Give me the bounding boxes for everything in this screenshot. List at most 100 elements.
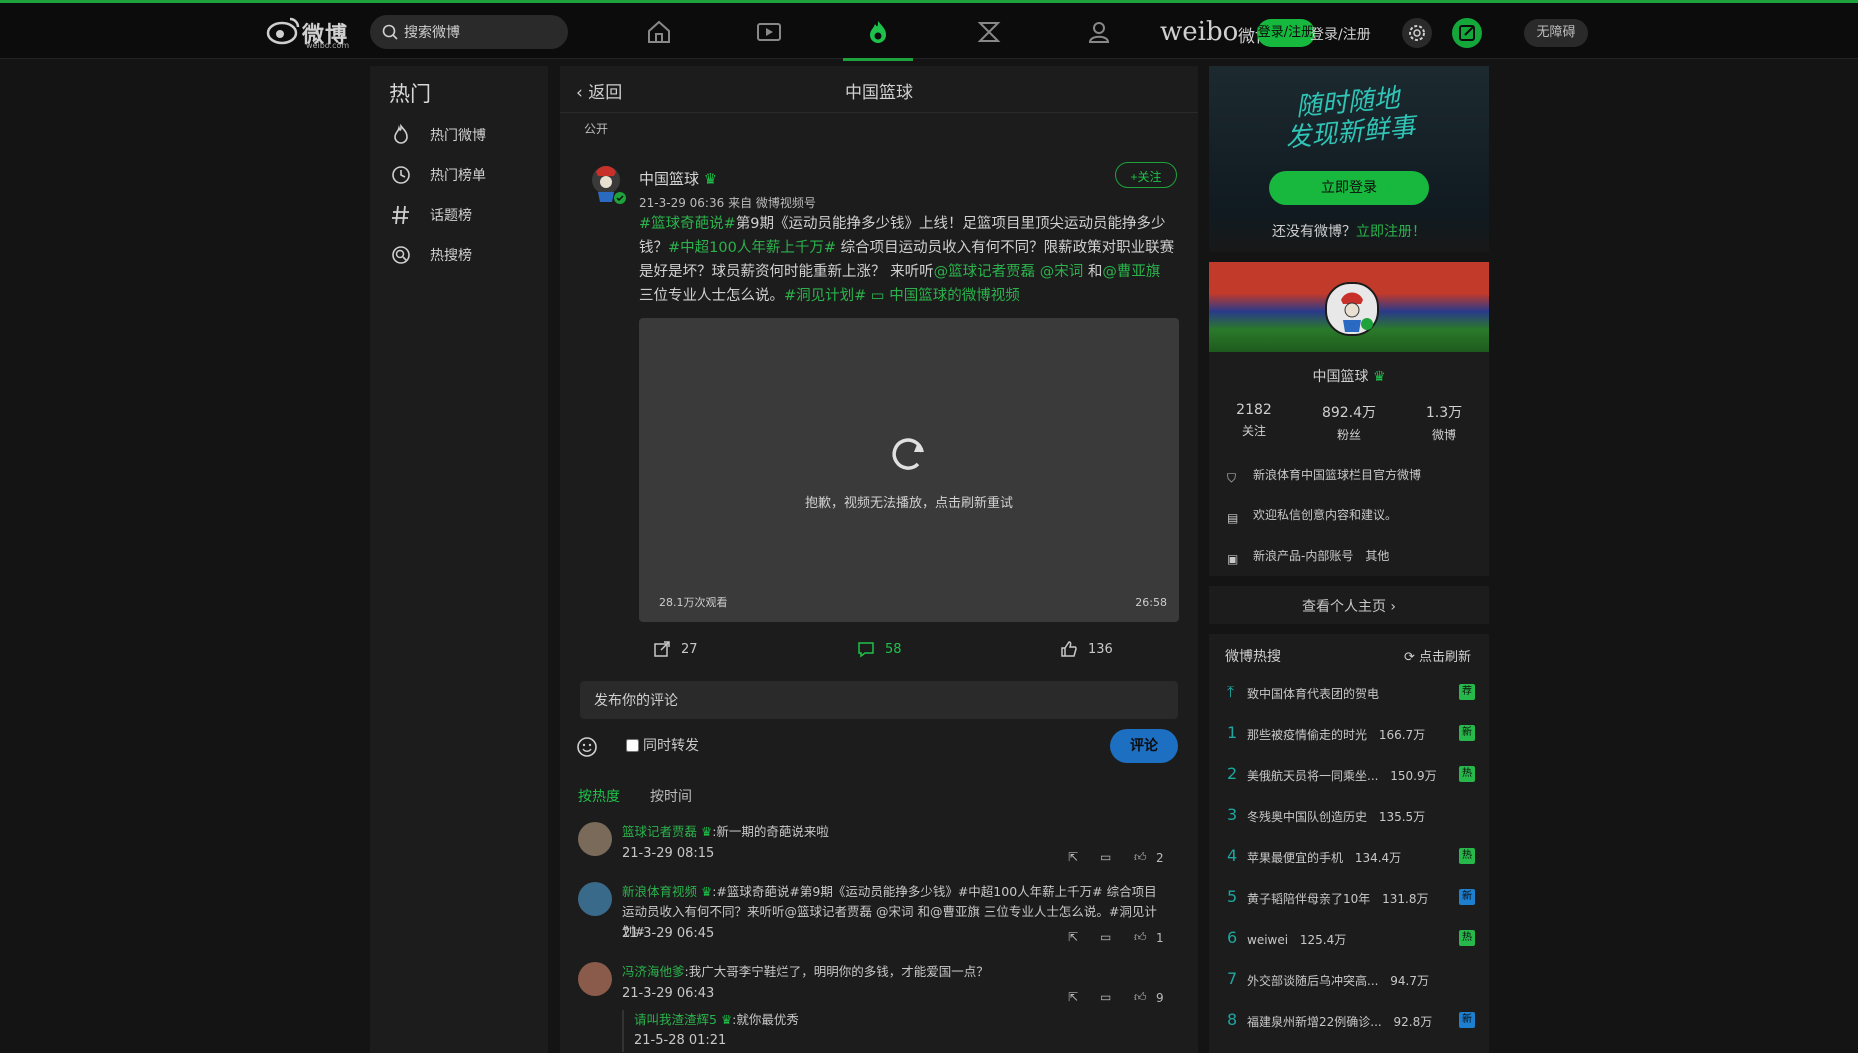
hot-search-heat: 94.7万	[1386, 974, 1429, 988]
profile-info-row: ▤ 欢迎私信创意内容和建议。	[1227, 506, 1397, 525]
view-profile-card[interactable]: 查看个人主页 ›	[1209, 586, 1489, 624]
comment-input[interactable]	[592, 681, 1156, 721]
forward-checkbox-label[interactable]: 同时转发	[626, 735, 699, 755]
hot-search-title-text: weiwei	[1247, 933, 1289, 947]
post-link[interactable]: ▭ 中国篮球的微博视频	[871, 288, 1020, 304]
post-link[interactable]: #中超100人年薪上千万#	[668, 240, 836, 256]
hot-search-item[interactable]: 1 那些被疫情偷走的时光 166.7万 新	[1225, 723, 1475, 745]
weibo-logo[interactable]: 微博 weibo.com	[266, 15, 356, 50]
profile-info-row: ▣ 新浪产品-内部账号 其他	[1227, 547, 1389, 566]
comment-box[interactable]	[580, 681, 1178, 721]
hot-search-item[interactable]: 7 外交部谈随后乌冲突高... 94.7万	[1225, 969, 1475, 991]
commenter-name[interactable]: 冯济海他爹	[622, 964, 685, 979]
hot-search-item[interactable]: 5 黄子韬陪伴母亲了10年 131.8万 新	[1225, 887, 1475, 909]
post-link[interactable]: @宋词	[1040, 264, 1084, 280]
profile-avatar[interactable]	[1325, 282, 1379, 336]
video-icon[interactable]	[755, 18, 783, 46]
hot-search-rank: 3	[1227, 805, 1238, 824]
hot-search-item[interactable]: 3 冬残奥中国队创造历史 135.5万	[1225, 805, 1475, 827]
verified-badge-icon: ♛	[701, 824, 713, 839]
emoji-icon[interactable]	[576, 736, 598, 758]
message-icon[interactable]	[975, 18, 1003, 46]
reply-icon[interactable]: ▭	[1100, 850, 1111, 864]
comment-body: :新一期的奇葩说来啦	[712, 824, 829, 839]
login-register-link[interactable]: 登录/注册	[1310, 24, 1371, 44]
follow-button[interactable]: +关注	[1115, 162, 1177, 188]
search-box[interactable]	[370, 15, 568, 51]
view-profile-link[interactable]: 查看个人主页 ›	[1209, 596, 1489, 616]
thumbs-up-icon[interactable]: 👍︎	[1134, 850, 1147, 865]
post-link[interactable]: @篮球记者贾磊	[934, 264, 1036, 280]
share-icon[interactable]: ⇱	[1068, 930, 1078, 944]
commenter-name[interactable]: 新浪体育视频	[622, 884, 697, 899]
hot-search-item[interactable]: 6 weiwei 125.4万 热	[1225, 928, 1475, 950]
stat-posts[interactable]: 1.3万 微博	[1399, 402, 1489, 443]
sort-by-hot-tab[interactable]: 按热度	[578, 786, 620, 806]
login-now-button[interactable]: 立即登录	[1269, 171, 1429, 205]
share-icon[interactable]: ⇱	[1068, 990, 1078, 1004]
submit-comment-button[interactable]: 评论	[1110, 729, 1178, 763]
author-avatar[interactable]	[588, 162, 628, 206]
top-navigation-bar: 微博 weibo.com weibo 微博 登录/注册 登录/注册	[0, 3, 1858, 61]
post-text: #篮球奇葩说#第9期《运动员能挣多少钱》上线！足篮项目里顶尖运动员能挣多少钱？#…	[639, 212, 1179, 308]
user-icon[interactable]	[1085, 18, 1113, 46]
profile-name[interactable]: 中国篮球 ♛	[1209, 366, 1489, 386]
commenter-avatar[interactable]	[578, 882, 612, 916]
hot-search-item[interactable]: ⤒ 致中国体育代表团的贺电 荐	[1225, 682, 1475, 704]
hot-search-item[interactable]: 8 福建泉州新增22例确诊... 92.8万 新	[1225, 1010, 1475, 1032]
comment-button[interactable]: 58	[857, 640, 902, 662]
sidebar-item-hot-list[interactable]: 热门榜单	[390, 160, 540, 188]
sidebar-item-topics[interactable]: 话题榜	[390, 200, 540, 228]
hot-search-badge: 新	[1459, 1012, 1475, 1028]
author-name[interactable]: 中国篮球 ♛	[639, 168, 717, 189]
compose-button[interactable]	[1452, 18, 1482, 48]
post-link[interactable]: #洞见计划#	[784, 288, 866, 304]
repost-button[interactable]: 27	[653, 640, 698, 662]
compose-icon	[1459, 25, 1475, 41]
thumbs-up-icon	[1061, 641, 1077, 657]
sidebar-item-label: 热门微博	[430, 128, 486, 144]
reply-icon[interactable]: ▭	[1100, 990, 1111, 1004]
visibility-label: 公开	[584, 122, 609, 136]
settings-button[interactable]	[1402, 18, 1432, 48]
reply-user[interactable]: 请叫我渣渣辉5	[634, 1012, 717, 1027]
commenter-avatar[interactable]	[578, 962, 612, 996]
hot-search-refresh[interactable]: ⟳ 点击刷新	[1404, 646, 1471, 665]
hot-search-badge: 热	[1459, 848, 1475, 864]
search-input[interactable]	[402, 15, 556, 51]
sidebar-item-label: 热搜榜	[430, 248, 472, 264]
accessibility-button[interactable]: 无障碍	[1524, 19, 1588, 47]
commenter-avatar[interactable]	[578, 822, 612, 856]
login-pill-button[interactable]: 登录/注册	[1257, 19, 1315, 47]
hot-fire-icon[interactable]	[864, 18, 892, 46]
refresh-label: 点击刷新	[1418, 650, 1471, 665]
register-prompt: 还没有微博？立即注册！	[1209, 221, 1489, 241]
like-button[interactable]: 136	[1060, 640, 1113, 662]
hot-search-heat: 150.9万	[1386, 769, 1437, 783]
stat-followers[interactable]: 892.4万 粉丝	[1304, 402, 1394, 443]
hot-search-item[interactable]: 2 美俄航天员将一同乘坐... 150.9万 热	[1225, 764, 1475, 786]
sidebar-item-hot-search[interactable]: 热搜榜	[390, 240, 540, 268]
refresh-icon[interactable]	[884, 430, 932, 478]
post-link[interactable]: #篮球奇葩说#	[639, 216, 736, 232]
sidebar-item-hot-weibo[interactable]: 热门微博	[390, 120, 540, 148]
sort-by-time-tab[interactable]: 按时间	[650, 786, 692, 806]
refresh-icon: ⟳	[1403, 650, 1419, 665]
hot-search-item[interactable]: 4 苹果最便宜的手机 134.4万 热	[1225, 846, 1475, 868]
stat-following[interactable]: 2182 关注	[1209, 402, 1299, 439]
post-link[interactable]: @曹亚旗	[1102, 264, 1160, 280]
reply-icon[interactable]: ▭	[1100, 930, 1111, 944]
home-icon[interactable]	[645, 18, 673, 46]
brand-wordmark: weibo	[1160, 17, 1239, 47]
hot-search-title: 微博热搜	[1225, 649, 1281, 665]
verified-badge-icon: ♛	[703, 170, 718, 188]
thumbs-up-icon[interactable]: 👍︎	[1134, 930, 1147, 945]
forward-checkbox[interactable]	[626, 739, 639, 752]
share-icon[interactable]: ⇱	[1068, 850, 1078, 864]
commenter-name[interactable]: 篮球记者贾磊	[622, 824, 697, 839]
comment-actions: ⇱ ▭ 👍︎ 2	[1068, 850, 1178, 868]
thumbs-up-icon[interactable]: 👍︎	[1134, 990, 1147, 1005]
video-player[interactable]: 抱歉，视频无法播放，点击刷新重试 28.1万次观看 26:58	[639, 318, 1179, 622]
comment-text: 篮球记者贾磊 ♛:新一期的奇葩说来啦	[622, 822, 1162, 842]
register-link[interactable]: 立即注册！	[1356, 224, 1426, 240]
